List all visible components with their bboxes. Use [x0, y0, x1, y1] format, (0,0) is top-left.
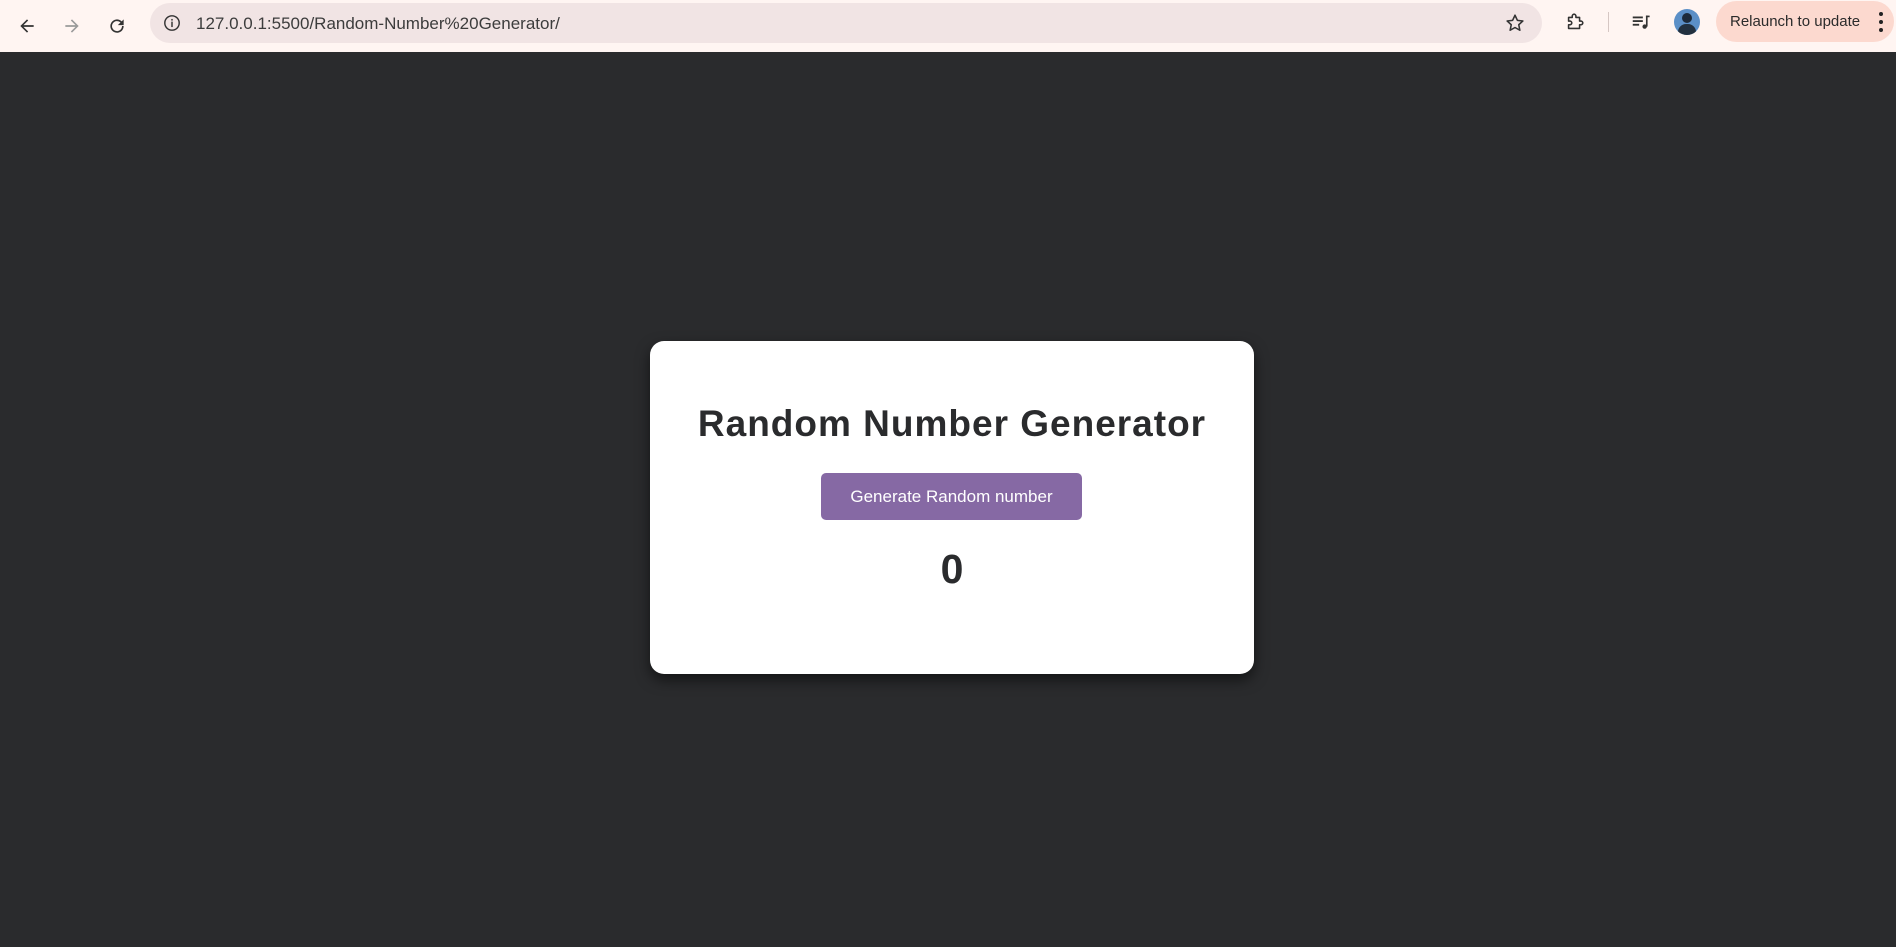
- address-bar[interactable]: 127.0.0.1:5500/Random-Number%20Generator…: [150, 3, 1542, 43]
- star-icon[interactable]: [1504, 12, 1526, 34]
- relaunch-label: Relaunch to update: [1730, 13, 1861, 30]
- generate-button[interactable]: Generate Random number: [821, 473, 1082, 520]
- back-button[interactable]: [9, 8, 45, 44]
- relaunch-button[interactable]: Relaunch to update: [1716, 1, 1894, 42]
- random-number-display: 0: [940, 546, 964, 592]
- forward-button[interactable]: [54, 8, 90, 44]
- toolbar-divider: [1608, 12, 1609, 32]
- generator-card: Random Number Generator Generate Random …: [650, 341, 1254, 674]
- media-icon[interactable]: [1629, 10, 1653, 34]
- extensions-icon[interactable]: [1563, 10, 1587, 34]
- avatar[interactable]: [1674, 9, 1700, 35]
- avatar-head: [1682, 13, 1692, 23]
- forward-arrow-icon: [65, 19, 79, 33]
- browser-toolbar: 127.0.0.1:5500/Random-Number%20Generator…: [0, 0, 1896, 52]
- reload-icon: [110, 19, 124, 33]
- url-text[interactable]: 127.0.0.1:5500/Random-Number%20Generator…: [196, 14, 560, 34]
- reload-button[interactable]: [99, 8, 135, 44]
- info-icon[interactable]: [162, 13, 182, 33]
- kebab-menu-icon[interactable]: [1878, 12, 1884, 32]
- page-title: Random Number Generator: [697, 403, 1207, 444]
- avatar-body: [1678, 24, 1696, 35]
- back-arrow-icon: [20, 19, 34, 33]
